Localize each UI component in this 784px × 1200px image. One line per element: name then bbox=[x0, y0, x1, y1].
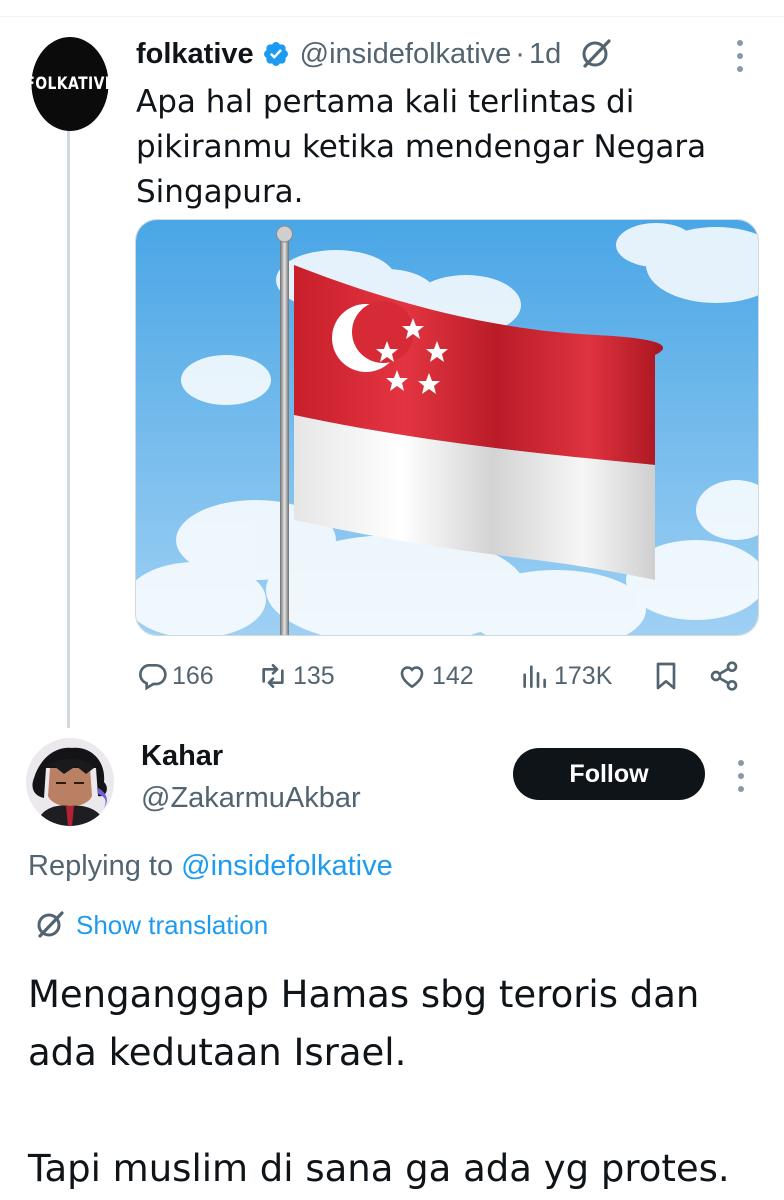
bookmark-button[interactable] bbox=[650, 656, 682, 696]
grok-icon bbox=[37, 911, 64, 938]
bookmark-icon bbox=[656, 662, 676, 690]
share-icon bbox=[710, 661, 738, 691]
kahar-avatar[interactable] bbox=[26, 738, 114, 826]
author-name[interactable]: folkative bbox=[136, 38, 254, 71]
reply-author-name[interactable]: Kahar bbox=[141, 740, 223, 773]
more-options-icon[interactable] bbox=[736, 40, 744, 72]
repost-button[interactable]: 135 bbox=[257, 656, 335, 696]
thread-connector-line bbox=[67, 128, 70, 728]
separator-dot: · bbox=[515, 37, 525, 70]
share-button[interactable] bbox=[708, 656, 740, 696]
grok-icon[interactable] bbox=[579, 37, 613, 71]
tweet-header: folkative @insidefolkative · 1d bbox=[136, 32, 613, 76]
tweet-text: Apa hal pertama kali terlintas di pikira… bbox=[136, 84, 707, 210]
views-count: 173K bbox=[554, 661, 613, 690]
show-translation-label: Show translation bbox=[76, 909, 269, 940]
singapore-flag-photo bbox=[136, 220, 758, 635]
avatar-logo-text: FOLKATIVE bbox=[25, 74, 115, 94]
avatar-illustration bbox=[26, 738, 114, 826]
reply-paragraph: Tapi muslim di sana ga ada yg protes. bbox=[28, 1147, 730, 1190]
views-button[interactable]: 173K bbox=[518, 656, 612, 696]
tweet-timestamp[interactable]: 1d bbox=[529, 38, 561, 71]
verified-badge-icon bbox=[263, 42, 288, 66]
tweet-action-bar: 166 135 142 173K bbox=[136, 656, 748, 696]
folkative-avatar[interactable]: FOLKATIVE bbox=[25, 37, 114, 131]
reply-paragraph: Menganggap Hamas sbg teroris dan ada ked… bbox=[28, 973, 700, 1074]
follow-button[interactable]: Follow bbox=[513, 748, 705, 800]
like-button[interactable]: 142 bbox=[396, 656, 474, 696]
show-translation-button[interactable]: Show translation bbox=[33, 906, 268, 944]
reply-count: 166 bbox=[172, 661, 214, 690]
views-chart-icon bbox=[523, 665, 546, 688]
heart-icon bbox=[400, 666, 424, 689]
repost-count: 135 bbox=[293, 661, 335, 690]
tweet-media-image[interactable] bbox=[135, 219, 759, 636]
repost-icon bbox=[262, 664, 284, 688]
reply-button[interactable]: 166 bbox=[136, 656, 214, 696]
top-divider bbox=[0, 16, 784, 17]
reply-author-handle[interactable]: @ZakarmuAkbar bbox=[141, 782, 361, 815]
reply-tweet-text: Menganggap Hamas sbg teroris dan ada ked… bbox=[28, 966, 768, 1198]
replying-to-label: Replying to bbox=[28, 850, 182, 882]
reply-icon bbox=[139, 664, 167, 691]
author-handle[interactable]: @insidefolkative bbox=[300, 38, 512, 71]
replying-to-line: Replying to @insidefolkative bbox=[28, 850, 393, 883]
like-count: 142 bbox=[432, 661, 474, 690]
reply-more-options-icon[interactable] bbox=[737, 760, 745, 792]
replying-to-mention[interactable]: @insidefolkative bbox=[181, 850, 393, 882]
